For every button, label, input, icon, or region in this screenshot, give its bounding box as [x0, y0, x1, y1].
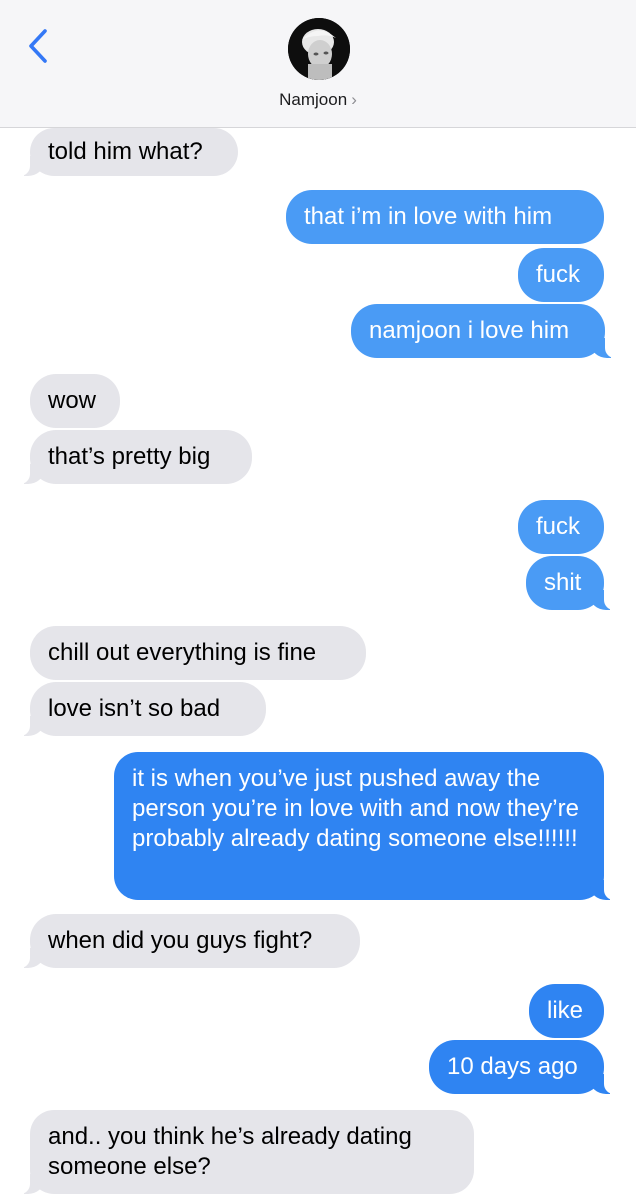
message-bubble-outgoing[interactable]: it is when you’ve just pushed away the p… — [114, 752, 614, 900]
message-thread[interactable]: told him what? that i’m in love with him… — [0, 128, 636, 1200]
message-bubble-outgoing[interactable]: like — [529, 984, 604, 1038]
contact-name-button[interactable]: Namjoon › — [0, 90, 636, 110]
contact-name: Namjoon — [279, 90, 348, 109]
message-bubble-outgoing[interactable]: namjoon i love him — [351, 304, 615, 358]
message-bubble-incoming[interactable]: and.. you think he’s already dating some… — [20, 1110, 474, 1194]
message-bubble-incoming[interactable]: told him what? — [20, 128, 238, 176]
message-bubble-outgoing[interactable]: fuck — [518, 500, 604, 554]
chevron-left-icon — [29, 29, 47, 63]
contact-avatar[interactable] — [288, 18, 350, 80]
message-bubble-incoming[interactable]: wow — [30, 374, 120, 428]
chevron-right-icon: › — [351, 90, 357, 109]
message-bubble-incoming[interactable]: love isn’t so bad — [20, 682, 266, 736]
message-bubble-outgoing[interactable]: 10 days ago — [429, 1040, 614, 1094]
conversation-header: Namjoon › — [0, 0, 636, 128]
message-bubble-incoming[interactable]: chill out everything is fine — [30, 626, 366, 680]
message-bubble-outgoing[interactable]: shit — [526, 556, 614, 610]
back-button[interactable] — [18, 22, 58, 70]
message-bubble-outgoing[interactable]: that i’m in love with him — [286, 190, 604, 244]
message-bubble-incoming[interactable]: that’s pretty big — [20, 430, 252, 484]
message-bubble-outgoing[interactable]: fuck — [518, 248, 604, 302]
message-bubble-incoming[interactable]: when did you guys fight? — [20, 914, 360, 968]
